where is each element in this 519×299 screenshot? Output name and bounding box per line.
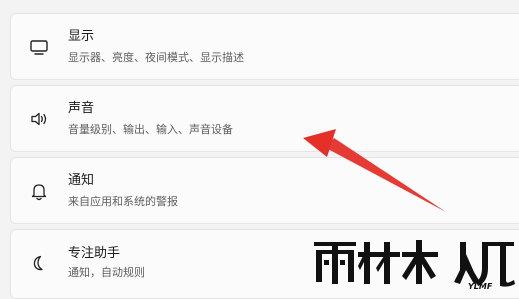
settings-item-description: 来自应用和系统的警报 <box>68 195 178 208</box>
settings-item-title: 通知 <box>68 173 95 188</box>
settings-item-title: 显示 <box>68 29 95 44</box>
settings-item-title: 专注助手 <box>68 246 121 261</box>
settings-item-title: 声音 <box>68 101 95 116</box>
bell-icon <box>28 180 50 202</box>
speaker-icon <box>28 108 50 130</box>
moon-icon <box>28 252 50 274</box>
monitor-icon <box>28 36 50 58</box>
settings-item-sound[interactable]: 声音 音量级别、输出、输入、声音设备 <box>10 85 519 152</box>
settings-item-notifications[interactable]: 通知 来自应用和系统的警报 <box>10 157 519 224</box>
settings-item-display[interactable]: 显示 显示器、亮度、夜间模式、显示描述 <box>10 13 519 80</box>
settings-list: 显示 显示器、亮度、夜间模式、显示描述 声音 音量级别、输出、输入、声音设备 通… <box>0 0 519 299</box>
settings-item-description: 通知，自动规则 <box>68 266 145 279</box>
settings-item-description: 音量级别、输出、输入、声音设备 <box>68 123 233 136</box>
settings-item-description: 显示器、亮度、夜间模式、显示描述 <box>68 51 244 64</box>
settings-item-focus-assist[interactable]: 专注助手 通知，自动规则 <box>10 229 519 299</box>
